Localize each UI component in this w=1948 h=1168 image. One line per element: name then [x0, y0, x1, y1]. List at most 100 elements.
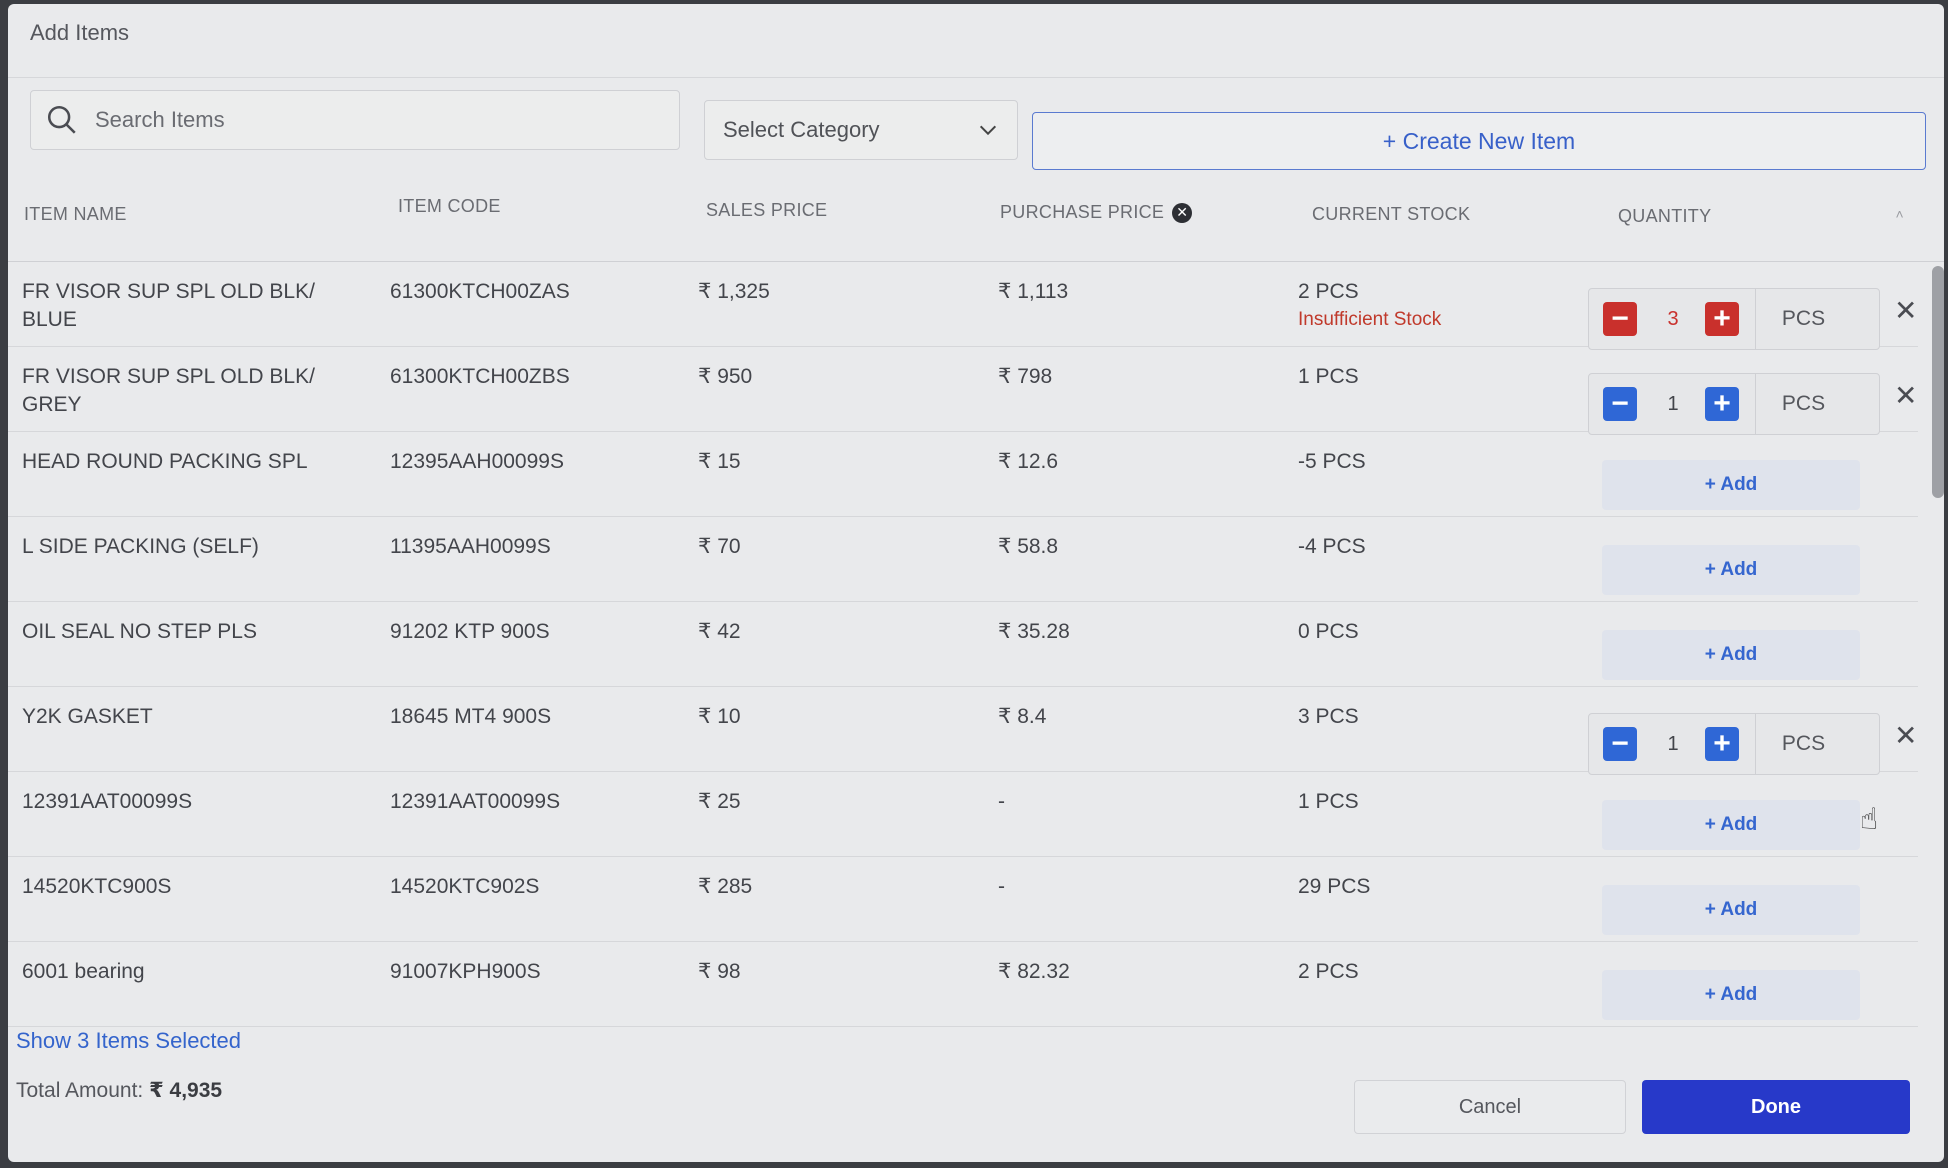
dialog-title: Add Items — [8, 4, 1944, 78]
category-select[interactable]: Select Category — [704, 100, 1018, 160]
table-row[interactable]: 6001 bearing 91007KPH900S ₹ 98 ₹ 82.32 2… — [8, 942, 1918, 1027]
current-stock: 3 PCS — [1298, 705, 1359, 728]
quantity-value[interactable]: 3 — [1641, 308, 1705, 331]
quantity-stepper: − 3 + PCS — [1588, 288, 1880, 350]
cancel-button[interactable]: Cancel — [1354, 1080, 1626, 1134]
close-icon[interactable]: ✕ — [1894, 719, 1917, 752]
table-row[interactable]: FR VISOR SUP SPL OLD BLK/ GREY 61300KTCH… — [8, 347, 1918, 435]
show-selected-link[interactable]: Show 3 Items Selected — [16, 1028, 241, 1054]
current-stock: 1 PCS — [1298, 790, 1359, 813]
toolbar: Select Category + Create New Item — [30, 88, 1926, 170]
purchase-price: ₹ 12.6 — [998, 450, 1059, 473]
plus-icon[interactable]: + — [1705, 387, 1739, 421]
sales-price: ₹ 25 — [698, 790, 741, 813]
total-amount: Total Amount: ₹ 4,935 — [16, 1078, 222, 1103]
item-code: 18645 MT4 900S — [390, 705, 552, 728]
add-item-button[interactable]: + Add — [1602, 970, 1860, 1020]
item-code: 12395AAH00099S — [390, 450, 564, 473]
col-purchase-price[interactable]: PURCHASE PRICE ✕ — [1000, 202, 1193, 223]
purchase-price: ₹ 1,113 — [998, 280, 1069, 303]
sales-price: ₹ 10 — [698, 705, 741, 728]
purchase-price: ₹ 8.4 — [998, 705, 1047, 728]
sort-caret-icon[interactable]: ˄ — [1896, 206, 1904, 222]
table-row[interactable]: OIL SEAL NO STEP PLS 91202 KTP 900S ₹ 42… — [8, 602, 1918, 687]
purchase-price: ₹ 798 — [998, 365, 1053, 388]
total-label: Total Amount: — [16, 1079, 144, 1102]
item-code: 61300KTCH00ZAS — [390, 280, 570, 303]
purchase-price: ₹ 82.32 — [998, 960, 1070, 983]
add-item-button[interactable]: + Add — [1602, 885, 1860, 935]
purchase-price: ₹ 58.8 — [998, 535, 1059, 558]
add-items-dialog: Add Items Select Category + Create New I… — [8, 4, 1944, 1162]
item-name: 14520KTC900S — [22, 875, 172, 898]
plus-icon[interactable]: + — [1705, 302, 1739, 336]
item-name: Y2K GASKET — [22, 705, 153, 728]
pointer-cursor-icon: ☝ — [1860, 803, 1879, 836]
item-code: 14520KTC902S — [390, 875, 540, 898]
col-current-stock[interactable]: CURRENT STOCK — [1312, 204, 1470, 225]
current-stock: -4 PCS — [1298, 535, 1366, 558]
unit-label[interactable]: PCS — [1755, 713, 1851, 775]
col-quantity[interactable]: QUANTITY — [1618, 206, 1711, 227]
item-code: 91007KPH900S — [390, 960, 541, 983]
sales-price: ₹ 950 — [698, 365, 753, 388]
scrollbar[interactable] — [1932, 266, 1944, 498]
current-stock: 29 PCS — [1298, 875, 1371, 898]
item-code: 12391AAT00099S — [390, 790, 561, 813]
item-name: FR VISOR SUP SPL OLD BLK/ GREY — [22, 365, 315, 416]
plus-icon[interactable]: + — [1705, 727, 1739, 761]
done-button[interactable]: Done — [1642, 1080, 1910, 1134]
add-item-button[interactable]: + Add — [1602, 800, 1860, 850]
close-icon[interactable]: ✕ — [1894, 379, 1917, 412]
unit-label[interactable]: PCS — [1755, 288, 1851, 350]
sales-price: ₹ 70 — [698, 535, 741, 558]
add-item-button[interactable]: + Add — [1602, 545, 1860, 595]
sales-price: ₹ 285 — [698, 875, 753, 898]
category-select-label: Select Category — [723, 117, 880, 142]
purchase-price: - — [998, 790, 1005, 813]
table-row[interactable]: HEAD ROUND PACKING SPL 12395AAH00099S ₹ … — [8, 432, 1918, 517]
total-value: ₹ 4,935 — [149, 1079, 223, 1102]
quantity-stepper: − 1 + PCS — [1588, 713, 1880, 775]
search-icon — [47, 105, 76, 134]
item-name: 12391AAT00099S — [22, 790, 193, 813]
table-row[interactable]: FR VISOR SUP SPL OLD BLK/ BLUE 61300KTCH… — [8, 262, 1918, 350]
purchase-price: ₹ 35.28 — [998, 620, 1070, 643]
col-item-name[interactable]: ITEM NAME — [24, 204, 127, 225]
minus-icon[interactable]: − — [1603, 727, 1637, 761]
col-item-code[interactable]: ITEM CODE — [398, 196, 501, 217]
table-row[interactable]: 12391AAT00099S 12391AAT00099S ₹ 25 - 1 P… — [8, 772, 1918, 857]
table-row[interactable]: 14520KTC900S 14520KTC902S ₹ 285 - 29 PCS… — [8, 857, 1918, 942]
quantity-stepper: − 1 + PCS — [1588, 373, 1880, 435]
current-stock: -5 PCS — [1298, 450, 1366, 473]
sales-price: ₹ 1,325 — [698, 280, 770, 303]
current-stock: 2 PCS — [1298, 960, 1359, 983]
item-code: 11395AAH0099S — [390, 535, 551, 558]
quantity-value[interactable]: 1 — [1641, 393, 1705, 416]
table-row[interactable]: Y2K GASKET 18645 MT4 900S ₹ 10 ₹ 8.4 3 P… — [8, 687, 1918, 775]
add-item-button[interactable]: + Add — [1602, 630, 1860, 680]
col-sales-price[interactable]: SALES PRICE — [706, 200, 827, 221]
create-new-item-button[interactable]: + Create New Item — [1032, 112, 1926, 170]
item-code: 91202 KTP 900S — [390, 620, 550, 643]
item-name: L SIDE PACKING (SELF) — [22, 535, 259, 558]
current-stock: 2 PCS Insufficient Stock — [1298, 278, 1441, 334]
add-item-button[interactable]: + Add — [1602, 460, 1860, 510]
minus-icon[interactable]: − — [1603, 302, 1637, 336]
quantity-value[interactable]: 1 — [1641, 733, 1705, 756]
item-name: 6001 bearing — [22, 960, 145, 983]
insufficient-stock-warning: Insufficient Stock — [1298, 309, 1442, 330]
purchase-price: - — [998, 875, 1005, 898]
unit-label[interactable]: PCS — [1755, 373, 1851, 435]
close-circle-icon[interactable]: ✕ — [1172, 202, 1193, 223]
search-input[interactable] — [95, 107, 615, 133]
col-purchase-price-label: PURCHASE PRICE — [1000, 202, 1165, 222]
sales-price: ₹ 15 — [698, 450, 741, 473]
item-code: 61300KTCH00ZBS — [390, 365, 570, 388]
minus-icon[interactable]: − — [1603, 387, 1637, 421]
table-row[interactable]: L SIDE PACKING (SELF) 11395AAH0099S ₹ 70… — [8, 517, 1918, 602]
current-stock: 0 PCS — [1298, 620, 1359, 643]
item-name: FR VISOR SUP SPL OLD BLK/ BLUE — [22, 280, 315, 331]
close-icon[interactable]: ✕ — [1894, 294, 1917, 327]
search-box[interactable] — [30, 90, 680, 150]
